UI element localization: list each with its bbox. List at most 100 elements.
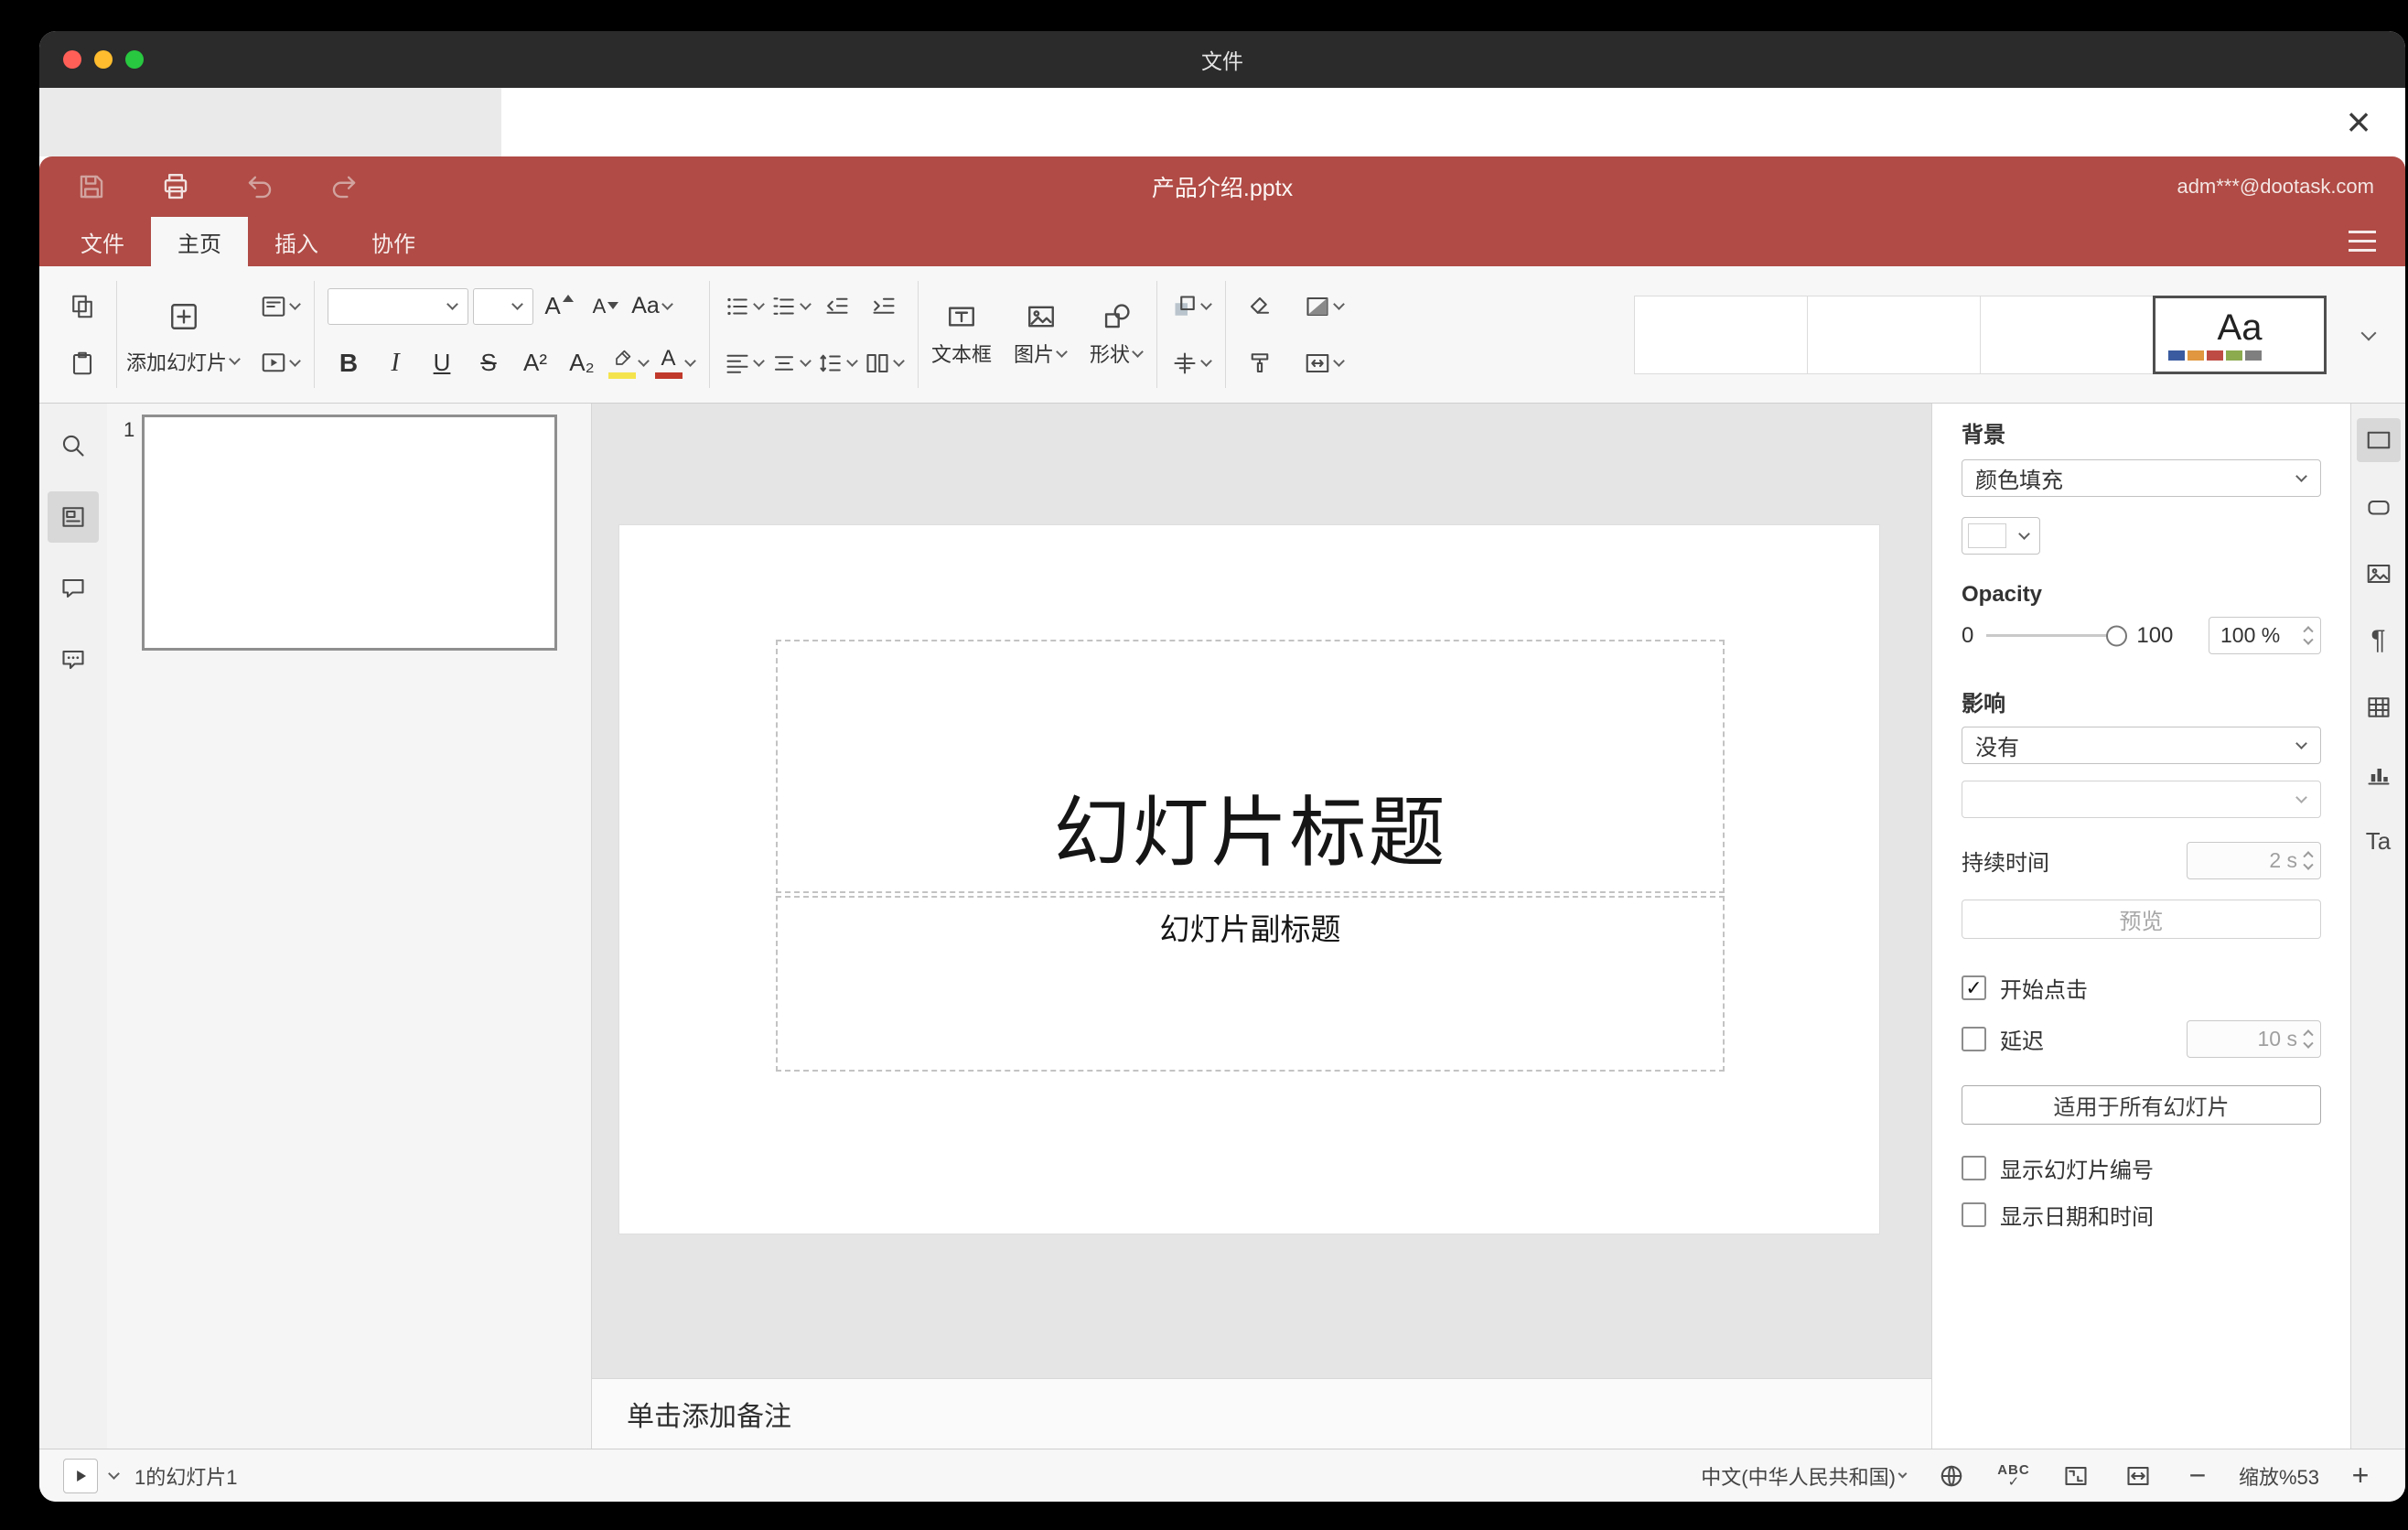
- spinner-arrows-icon[interactable]: [2303, 850, 2314, 871]
- subtitle-placeholder[interactable]: 幻灯片副标题: [776, 896, 1725, 1072]
- bullets-button[interactable]: [723, 283, 765, 330]
- apply-to-all-slides-button[interactable]: 适用于所有幻灯片: [1962, 1085, 2321, 1125]
- search-panel-button[interactable]: [48, 420, 99, 471]
- arrange-shape-button[interactable]: [1170, 283, 1212, 330]
- font-color-button[interactable]: A: [654, 339, 696, 387]
- theme-slot-selected[interactable]: Aa: [2153, 295, 2327, 374]
- change-case-button[interactable]: Aa: [631, 283, 673, 330]
- hamburger-menu-icon[interactable]: [2349, 231, 2376, 252]
- clear-style-button[interactable]: [1239, 283, 1281, 330]
- close-icon[interactable]: ×: [2332, 95, 2385, 148]
- add-slide-label: 添加幻灯片: [126, 350, 228, 374]
- duration-input[interactable]: 2 s: [2187, 842, 2321, 879]
- font-family-select[interactable]: [328, 287, 469, 325]
- preview-button[interactable]: 预览: [1962, 900, 2321, 939]
- insert-image-button[interactable]: 图片: [1003, 280, 1079, 390]
- theme-gallery-expand-button[interactable]: [2347, 311, 2389, 359]
- image-settings-button[interactable]: [2357, 552, 2401, 596]
- insert-textbox-button[interactable]: 文本框: [920, 280, 1003, 390]
- slide-thumbnail[interactable]: [142, 415, 557, 651]
- notes-area[interactable]: 单击添加备注: [592, 1378, 1931, 1449]
- copy-button[interactable]: [61, 283, 103, 330]
- theme-slot-3[interactable]: [1980, 295, 2154, 374]
- tab-insert[interactable]: 插入: [248, 217, 345, 266]
- highlight-color-button[interactable]: [607, 339, 650, 387]
- change-layout-button[interactable]: [259, 283, 301, 330]
- opacity-slider-knob[interactable]: [2106, 625, 2128, 646]
- font-size-select[interactable]: [473, 287, 534, 325]
- color-scheme-button[interactable]: [1303, 283, 1345, 330]
- line-spacing-button[interactable]: [816, 339, 858, 387]
- opacity-min-label: 0: [1962, 622, 1974, 648]
- show-date-time-checkbox[interactable]: [1962, 1202, 1986, 1227]
- start-on-click-checkbox[interactable]: ✓: [1962, 975, 1986, 1000]
- spinner-arrows-icon[interactable]: [2303, 1029, 2314, 1050]
- opacity-section-label: Opacity: [1962, 582, 2043, 607]
- effect-type-select[interactable]: [1962, 781, 2321, 818]
- numbering-button[interactable]: [769, 283, 812, 330]
- opacity-input[interactable]: 100 %: [2209, 617, 2321, 654]
- slides-panel-button[interactable]: [48, 491, 99, 543]
- background-color-swatch[interactable]: [1962, 517, 2040, 555]
- chevron-down-icon: [683, 355, 696, 367]
- opacity-slider[interactable]: [1986, 625, 2128, 646]
- tab-collaboration[interactable]: 协作: [345, 217, 442, 266]
- start-slideshow-status-button[interactable]: [63, 1458, 120, 1493]
- redo-button[interactable]: [323, 163, 365, 210]
- traffic-minimize[interactable]: [94, 50, 113, 69]
- language-selector[interactable]: 中文(中华人民共和国): [1701, 1461, 1908, 1491]
- theme-slot-2[interactable]: [1807, 295, 1981, 374]
- columns-button[interactable]: [863, 339, 905, 387]
- tab-home[interactable]: 主页: [151, 217, 248, 266]
- chart-settings-button[interactable]: [2357, 752, 2401, 796]
- spinner-arrows-icon[interactable]: [2303, 625, 2314, 646]
- save-button[interactable]: [70, 163, 113, 210]
- paragraph-settings-button[interactable]: ¶: [2357, 619, 2401, 663]
- align-shape-button[interactable]: [1170, 339, 1212, 387]
- delay-input[interactable]: 10 s: [2187, 1020, 2321, 1058]
- theme-slot-1[interactable]: [1634, 295, 1808, 374]
- insert-shape-button[interactable]: 形状: [1079, 280, 1155, 390]
- traffic-zoom[interactable]: [125, 50, 144, 69]
- fit-to-width-button[interactable]: [2120, 1458, 2156, 1494]
- print-button[interactable]: [155, 163, 197, 210]
- show-slide-number-checkbox[interactable]: [1962, 1156, 1986, 1180]
- italic-button[interactable]: I: [374, 339, 416, 387]
- delay-checkbox[interactable]: [1962, 1027, 1986, 1051]
- increase-indent-button[interactable]: [863, 283, 905, 330]
- set-language-button[interactable]: [1933, 1458, 1970, 1494]
- slide-size-button[interactable]: [1303, 339, 1345, 387]
- textart-settings-button[interactable]: Ta: [2357, 819, 2401, 863]
- horizontal-align-button[interactable]: [723, 339, 765, 387]
- traffic-close[interactable]: [63, 50, 81, 69]
- vertical-align-button[interactable]: [769, 339, 812, 387]
- paste-button[interactable]: [61, 339, 103, 387]
- bold-button[interactable]: B: [328, 339, 370, 387]
- shape-settings-button[interactable]: [2357, 485, 2401, 529]
- add-slide-menu-button[interactable]: 添加幻灯片: [126, 346, 241, 377]
- undo-button[interactable]: [239, 163, 281, 210]
- background-fill-select[interactable]: 颜色填充: [1962, 459, 2321, 497]
- superscript-button[interactable]: A²: [514, 339, 556, 387]
- copy-style-button[interactable]: [1239, 339, 1281, 387]
- zoom-out-button[interactable]: −: [2182, 1459, 2213, 1492]
- decrease-indent-button[interactable]: [816, 283, 858, 330]
- feedback-panel-button[interactable]: [48, 634, 99, 685]
- start-slideshow-button[interactable]: [259, 339, 301, 387]
- strikeout-button[interactable]: S: [468, 339, 510, 387]
- slide-settings-panel: 背景 颜色填充 Opacity 0 100 100 % 影响 没有 持续时间 2…: [1931, 404, 2350, 1449]
- title-placeholder[interactable]: 幻灯片标题: [776, 640, 1725, 893]
- tab-file[interactable]: 文件: [54, 217, 151, 266]
- zoom-in-button[interactable]: +: [2345, 1459, 2376, 1492]
- underline-button[interactable]: U: [421, 339, 463, 387]
- add-slide-button[interactable]: [163, 293, 205, 340]
- increase-font-button[interactable]: A: [538, 283, 580, 330]
- decrease-font-button[interactable]: A: [585, 283, 627, 330]
- slide-settings-button[interactable]: [2356, 418, 2401, 462]
- comments-panel-button[interactable]: [48, 563, 99, 614]
- subscript-button[interactable]: A₂: [561, 339, 603, 387]
- spellcheck-button[interactable]: ABC ✓: [1995, 1458, 2032, 1494]
- table-settings-button[interactable]: [2357, 685, 2401, 729]
- fit-to-slide-button[interactable]: [2058, 1458, 2094, 1494]
- effect-select[interactable]: 没有: [1962, 727, 2321, 764]
